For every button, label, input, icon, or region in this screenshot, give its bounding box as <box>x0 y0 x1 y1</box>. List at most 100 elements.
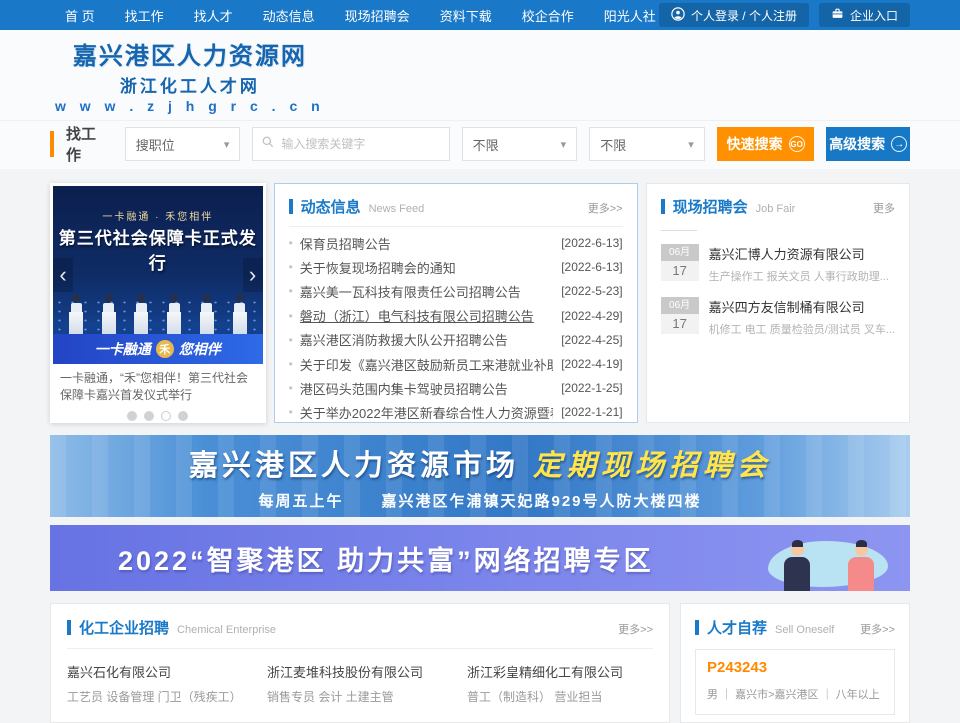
news-item[interactable]: •磐动（浙江）电气科技有限公司招聘公告[2022-4-29] <box>289 304 623 328</box>
go-icon: GO <box>789 136 805 152</box>
bullet-icon: • <box>289 309 293 323</box>
person-icon <box>671 7 685 24</box>
jobfair-jobs: 生产操作工 报关文员 人事行政助理... <box>709 268 889 284</box>
carousel-dot-active[interactable] <box>161 411 171 421</box>
nav-school-cooperation[interactable]: 校企合作 <box>522 6 574 25</box>
carousel-dots <box>53 406 263 425</box>
nav-job-fair[interactable]: 现场招聘会 <box>345 6 410 25</box>
search-bar: 找工作 搜职位 ▾ 不限 ▾ 不限 ▾ 快速搜索 GO 高级搜索 → <box>50 127 910 161</box>
news-carousel: 一卡融通 · 禾您相伴 第三代社会保障卡正式发行 一卡融通 禾 您相伴 ‹ <box>50 183 266 423</box>
chevron-down-icon: ▾ <box>688 138 694 151</box>
grain-seal-icon: 禾 <box>156 340 174 358</box>
carousel-dot[interactable] <box>144 411 154 421</box>
blue-accent-bar <box>661 199 665 214</box>
quick-search-button[interactable]: 快速搜索 GO <box>717 127 815 161</box>
chem-section-subtitle: Chemical Enterprise <box>177 624 276 636</box>
blue-accent-bar <box>289 199 293 214</box>
job-fair-banner[interactable]: 嘉兴港区人力资源市场 定期现场招聘会 每周五上午 嘉兴港区乍浦镇天妃路929号人… <box>50 435 910 517</box>
news-item[interactable]: •嘉兴港区消防救援大队公开招聘公告[2022-4-25] <box>289 328 623 352</box>
news-feed-panel: 动态信息 News Feed 更多>> •保育员招聘公告[2022-6-13] … <box>274 183 638 423</box>
keyword-search-field[interactable] <box>252 127 449 161</box>
search-label: 找工作 <box>66 123 111 165</box>
jobfair-jobs: 机修工 电工 质量检验员/测试员 叉车... <box>709 321 895 337</box>
personal-login-button[interactable]: 个人登录 / 个人注册 <box>659 3 809 27</box>
banner1-schedule: 每周五上午 <box>258 490 343 511</box>
talent-card[interactable]: P243243 男 ｜ 嘉兴市>嘉兴港区 ｜ 八年以上 <box>695 649 895 715</box>
jobfair-company[interactable]: 嘉兴汇博人力资源有限公司 <box>709 244 889 263</box>
news-more-link[interactable]: 更多>> <box>588 200 623 216</box>
bullet-icon: • <box>289 236 293 250</box>
slide-title: 第三代社会保障卡正式发行 <box>53 224 263 274</box>
carousel-prev-arrow[interactable]: ‹ <box>53 258 73 292</box>
news-item[interactable]: •保育员招聘公告[2022-6-13] <box>289 231 623 255</box>
chem-company-card[interactable]: 浙江麦堆科技股份有限公司 销售专员 会计 土建主管 <box>267 662 453 705</box>
talent-more-link[interactable]: 更多>> <box>860 621 895 637</box>
site-header: 嘉兴港区人力资源网 浙江化工人才网 w w w . z j h g r c . … <box>0 30 960 120</box>
jobfair-item[interactable]: 06月 17 嘉兴汇博人力资源有限公司 生产操作工 报关文员 人事行政助理... <box>661 244 895 284</box>
nav-find-talent[interactable]: 找人才 <box>194 6 233 25</box>
banner1-address: 嘉兴港区乍浦镇天妃路929号人防大楼四楼 <box>381 490 701 511</box>
news-item[interactable]: •关于印发《嘉兴港区鼓励新员工来港就业补助操作...[2022-4-19] <box>289 352 623 376</box>
search-input[interactable] <box>281 137 440 151</box>
chem-company-card[interactable]: 浙江彩皇精细化工有限公司 普工（制造科） 营业担当 <box>467 662 653 705</box>
date-badge: 06月 17 <box>661 297 699 337</box>
region-filter-select[interactable]: 不限 ▾ <box>462 127 578 161</box>
news-item[interactable]: •关于举办2022年港区新春综合性人力资源暨春风...[2022-1-21] <box>289 400 623 424</box>
advanced-search-button[interactable]: 高级搜索 → <box>826 127 910 161</box>
carousel-caption[interactable]: 一卡融通，“禾”您相伴！第三代社会保障卡嘉兴首发仪式举行 <box>53 364 263 406</box>
banner2-illustration <box>746 529 896 591</box>
jobfair-more-link[interactable]: 更多 <box>873 200 895 216</box>
online-recruitment-banner[interactable]: 2022“智聚港区 助力共富”网络招聘专区 <box>50 525 910 591</box>
chem-more-link[interactable]: 更多>> <box>618 621 653 637</box>
news-item[interactable]: •嘉兴美一瓦科技有限责任公司招聘公告[2022-5-23] <box>289 279 623 303</box>
banner1-title-yellow: 定期现场招聘会 <box>533 442 771 484</box>
enterprise-entry-button[interactable]: 企业入口 <box>819 3 910 27</box>
news-item[interactable]: •港区码头范围内集卡驾驶员招聘公告[2022-1-25] <box>289 376 623 400</box>
bullet-icon: • <box>289 260 293 274</box>
nav-downloads[interactable]: 资料下载 <box>440 6 492 25</box>
bullet-icon: • <box>289 405 293 419</box>
bullet-icon: • <box>289 357 293 371</box>
search-strip: 找工作 搜职位 ▾ 不限 ▾ 不限 ▾ 快速搜索 GO 高级搜索 → <box>0 120 960 169</box>
chevron-down-icon: ▾ <box>561 138 567 151</box>
arrow-right-icon: → <box>891 136 907 152</box>
divider <box>661 230 697 231</box>
carousel-dot[interactable] <box>127 411 137 421</box>
jobfair-company[interactable]: 嘉兴四方友信制桶有限公司 <box>709 297 895 316</box>
nav-news[interactable]: 动态信息 <box>263 6 315 25</box>
site-logo[interactable]: 嘉兴港区人力资源网 浙江化工人才网 w w w . z j h g r c . … <box>55 36 325 114</box>
chevron-down-icon: ▾ <box>224 138 230 151</box>
carousel-next-arrow[interactable]: › <box>243 258 263 292</box>
job-category-select[interactable]: 搜职位 ▾ <box>125 127 241 161</box>
main-nav: 首 页 找工作 找人才 动态信息 现场招聘会 资料下载 校企合作 阳光人社 <box>65 6 656 25</box>
search-icon <box>261 135 275 154</box>
nav-sunshine-hr[interactable]: 阳光人社 <box>604 6 656 25</box>
news-item[interactable]: •关于恢复现场招聘会的通知[2022-6-13] <box>289 255 623 279</box>
carousel-slide[interactable]: 一卡融通 · 禾您相伴 第三代社会保障卡正式发行 一卡融通 禾 您相伴 ‹ <box>53 186 263 364</box>
talent-section-title: 人才自荐 <box>707 617 767 638</box>
slide-tagline: 一卡融通 · 禾您相伴 <box>53 208 263 223</box>
bullet-icon: • <box>289 333 293 347</box>
jobfair-section-title: 现场招聘会 <box>673 196 748 217</box>
logo-title: 嘉兴港区人力资源网 <box>55 36 325 71</box>
industry-filter-select[interactable]: 不限 ▾ <box>589 127 705 161</box>
slide-slogan-band: 一卡融通 禾 您相伴 <box>53 334 263 364</box>
talent-info: 男 ｜ 嘉兴市>嘉兴港区 ｜ 八年以上 <box>707 686 883 702</box>
jobfair-item[interactable]: 06月 17 嘉兴四方友信制桶有限公司 机修工 电工 质量检验员/测试员 叉车.… <box>661 297 895 337</box>
talent-code[interactable]: P243243 <box>707 659 883 676</box>
briefcase-icon <box>831 7 844 23</box>
chemical-enterprise-panel: 化工企业招聘 Chemical Enterprise 更多>> 嘉兴石化有限公司… <box>50 603 670 723</box>
bullet-icon: • <box>289 284 293 298</box>
nav-find-job[interactable]: 找工作 <box>125 6 164 25</box>
chem-company-card[interactable]: 嘉兴石化有限公司 工艺员 设备管理 门卫（残疾工） <box>67 662 253 705</box>
banner1-title-white: 嘉兴港区人力资源市场 <box>189 442 519 484</box>
chem-section-title: 化工企业招聘 <box>79 617 169 638</box>
orange-accent-bar <box>50 131 54 157</box>
talent-self-recommendation-panel: 人才自荐 Sell Oneself 更多>> P243243 男 ｜ 嘉兴市>嘉… <box>680 603 910 723</box>
jobfair-section-subtitle: Job Fair <box>756 203 796 215</box>
blue-accent-bar <box>695 620 699 635</box>
date-badge: 06月 17 <box>661 244 699 284</box>
carousel-dot[interactable] <box>178 411 188 421</box>
nav-home[interactable]: 首 页 <box>65 6 95 25</box>
banner2-title: 2022“智聚港区 助力共富”网络招聘专区 <box>118 539 654 578</box>
